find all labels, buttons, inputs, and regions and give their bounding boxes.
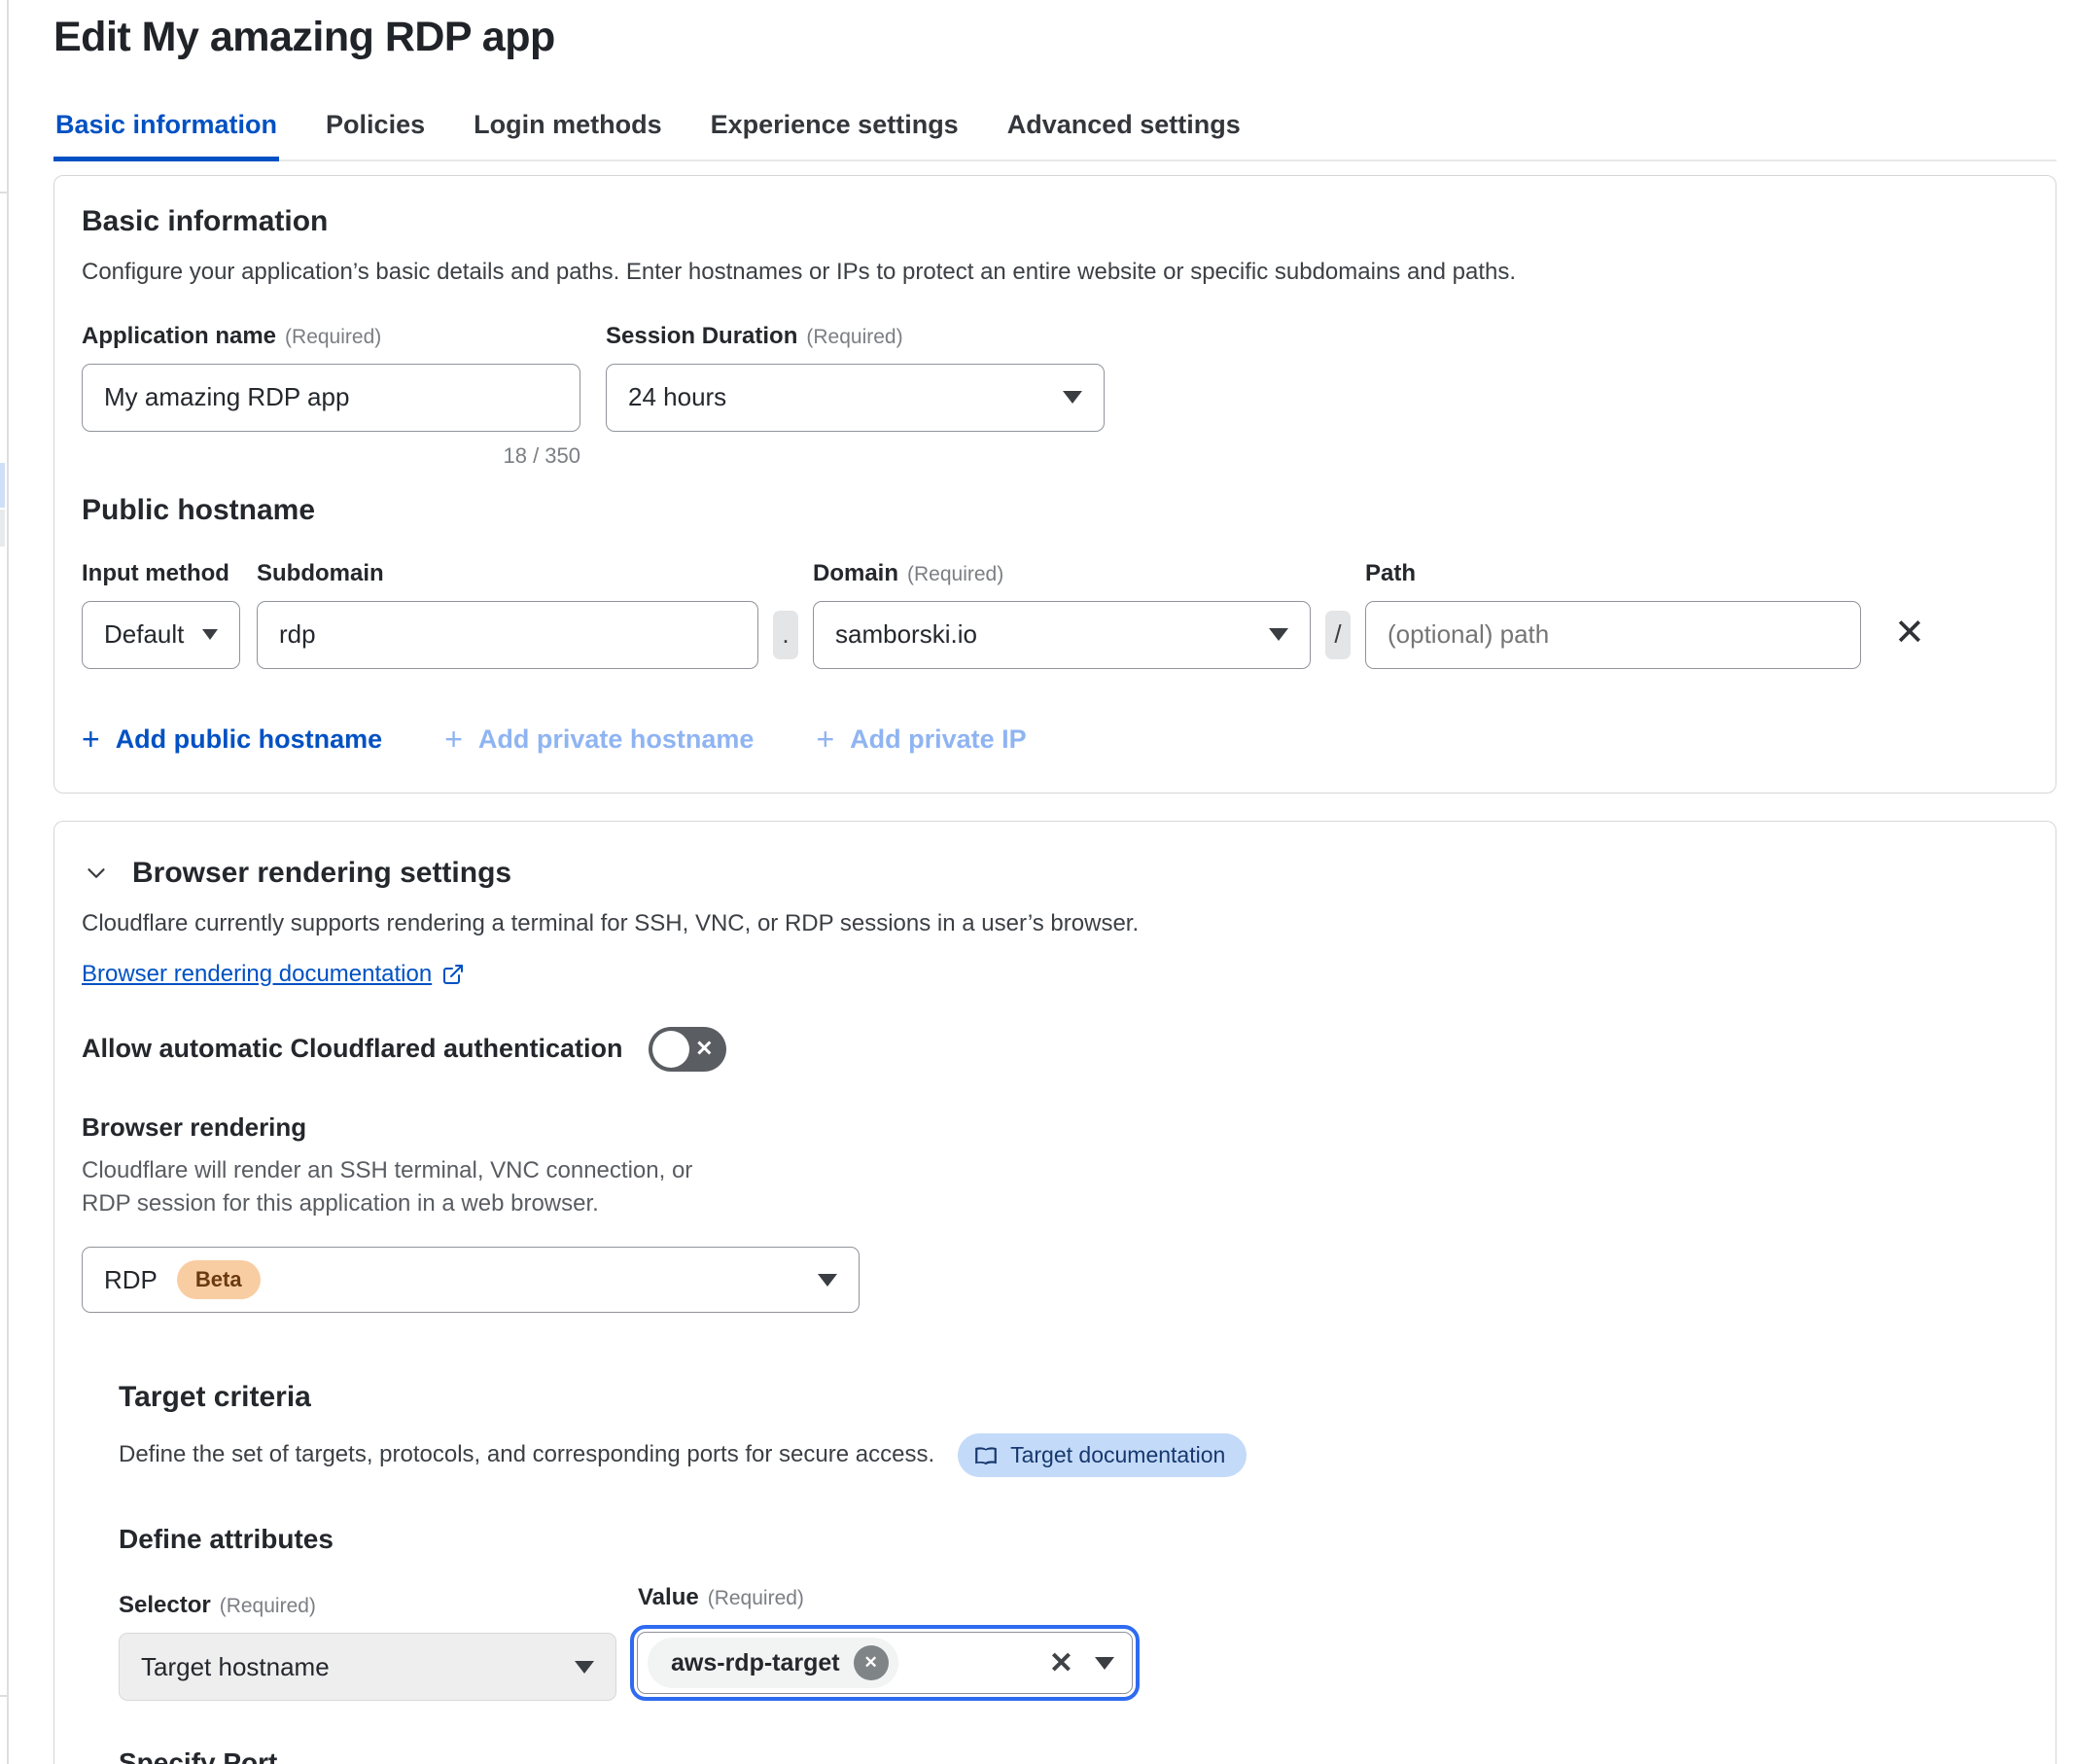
character-counter: 18 / 350 [82, 443, 580, 469]
value-label: Value(Required) [638, 1584, 1140, 1611]
page-title: Edit My amazing RDP app [53, 14, 2057, 61]
chevron-down-icon [575, 1661, 594, 1674]
panel-edge-divider [7, 0, 9, 1764]
collapse-chevron-icon[interactable] [82, 859, 111, 888]
browser-rendering-card: Browser rendering settings Cloudflare cu… [53, 821, 2056, 1764]
domain-select[interactable]: samborski.io [813, 601, 1311, 669]
specify-port-heading: Specify Port [119, 1747, 2028, 1764]
browser-rendering-select-label: Browser rendering [82, 1112, 2028, 1143]
scroll-fragment [0, 463, 5, 508]
remove-hostname-icon[interactable] [1894, 615, 1925, 652]
input-method-select[interactable]: Default [82, 601, 240, 669]
tab-basic-information[interactable]: Basic information [53, 106, 279, 161]
chevron-down-icon [202, 629, 218, 640]
path-label: Path [1365, 560, 1861, 587]
chevron-down-icon [1063, 391, 1082, 404]
selector-label: Selector(Required) [119, 1592, 616, 1619]
application-name-input[interactable] [82, 364, 580, 432]
session-duration-select[interactable]: 24 hours [606, 364, 1105, 432]
input-method-label: Input method [82, 560, 240, 587]
value-multiselect-focus-ring: aws-rdp-target [630, 1625, 1140, 1701]
chevron-down-icon [818, 1274, 837, 1287]
subdomain-label: Subdomain [257, 560, 758, 587]
browser-rendering-doc-link[interactable]: Browser rendering documentation [82, 961, 465, 988]
chip-remove-icon[interactable] [854, 1645, 889, 1680]
plus-icon [444, 722, 463, 758]
tab-login-methods[interactable]: Login methods [472, 106, 663, 159]
cloudflared-auth-label: Allow automatic Cloudflared authenticati… [82, 1034, 623, 1064]
slash-separator: / [1325, 611, 1351, 659]
value-chip: aws-rdp-target [648, 1638, 898, 1688]
public-hostname-heading: Public hostname [82, 494, 2028, 527]
cloudflared-auth-toggle[interactable] [649, 1027, 726, 1072]
dot-separator: . [773, 611, 798, 659]
panel-edge-tick [0, 192, 9, 194]
basic-information-description: Configure your application’s basic detai… [82, 256, 2028, 290]
panel-edge-tick [0, 1695, 9, 1697]
chevron-down-icon [1095, 1657, 1114, 1670]
target-documentation-button[interactable]: Target documentation [958, 1433, 1247, 1477]
scroll-fragment [0, 510, 5, 547]
domain-label: Domain(Required) [813, 560, 1311, 587]
tab-advanced-settings[interactable]: Advanced settings [1005, 106, 1243, 159]
value-multiselect[interactable]: aws-rdp-target [637, 1632, 1133, 1694]
add-public-hostname-button[interactable]: Add public hostname [82, 722, 382, 758]
basic-information-heading: Basic information [82, 205, 2028, 238]
external-link-icon [441, 963, 465, 986]
subdomain-input[interactable] [257, 601, 758, 669]
chevron-down-icon [1269, 628, 1288, 641]
book-icon [973, 1443, 999, 1468]
basic-information-card: Basic information Configure your applica… [53, 175, 2056, 794]
tab-policies[interactable]: Policies [324, 106, 427, 159]
path-input[interactable] [1365, 601, 1861, 669]
session-duration-label: Session Duration(Required) [606, 323, 1105, 350]
browser-rendering-description: Cloudflare currently supports rendering … [82, 907, 2028, 941]
clear-all-icon[interactable] [1049, 1646, 1073, 1680]
add-private-hostname-button[interactable]: Add private hostname [444, 722, 754, 758]
browser-rendering-heading: Browser rendering settings [132, 857, 511, 890]
beta-badge: Beta [177, 1260, 261, 1299]
application-name-label: Application name(Required) [82, 323, 580, 350]
browser-rendering-select-description: Cloudflare will render an SSH terminal, … [82, 1154, 694, 1222]
target-criteria-heading: Target criteria [119, 1381, 2028, 1414]
plus-icon [82, 722, 100, 758]
selector-select[interactable]: Target hostname [119, 1633, 616, 1701]
rendering-type-select[interactable]: RDP Beta [82, 1247, 860, 1313]
toggle-knob [652, 1031, 689, 1068]
define-attributes-heading: Define attributes [119, 1524, 2028, 1555]
tab-bar: Basic information Policies Login methods… [53, 106, 2056, 161]
toggle-off-x-icon [695, 1036, 713, 1061]
tab-experience-settings[interactable]: Experience settings [709, 106, 961, 159]
plus-icon [816, 722, 834, 758]
target-criteria-description: Define the set of targets, protocols, an… [119, 1438, 934, 1472]
main-content: Edit My amazing RDP app Basic informatio… [0, 0, 2073, 1764]
add-private-ip-button[interactable]: Add private IP [816, 722, 1026, 758]
